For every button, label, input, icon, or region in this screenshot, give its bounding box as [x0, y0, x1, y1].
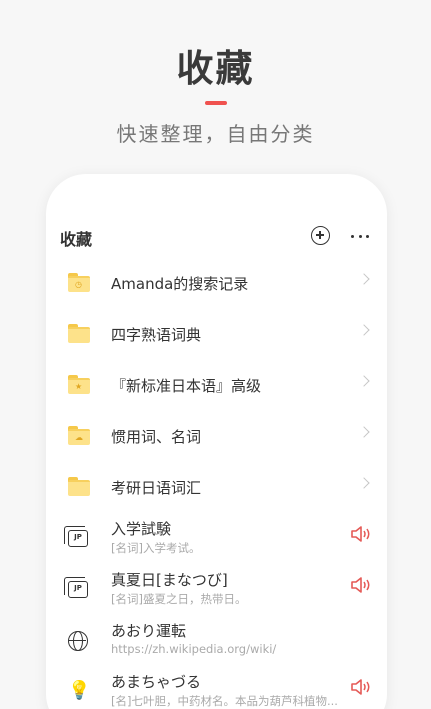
folder-label: Amanda的搜索记录 [111, 275, 249, 293]
entry-word: 入学試験 [111, 520, 172, 538]
entry-definition: https://zh.wikipedia.org/wiki/ [111, 642, 277, 656]
entry-word: 真夏日[まなつび] [111, 571, 228, 589]
folder-label: 『新标准日本语』高级 [111, 377, 262, 395]
folder-cloud-icon: ☁ [68, 426, 90, 445]
speaker-icon[interactable] [350, 679, 372, 695]
plus-circle-icon[interactable] [311, 226, 330, 245]
globe-icon [68, 631, 88, 651]
speaker-icon[interactable] [350, 526, 372, 542]
folder-row[interactable]: ◷ Amanda的搜索记录 [46, 257, 387, 308]
favorites-card: 收藏 ◷ Amanda的搜索记录 四字熟语词典 ★ 『新标准日本语』高级 ☁ 惯… [46, 174, 387, 709]
speaker-icon[interactable] [350, 577, 372, 593]
hero-accent-bar [205, 101, 227, 105]
folder-row[interactable]: ☁ 惯用词、名词 [46, 410, 387, 461]
card-title: 收藏 [60, 230, 93, 249]
folder-row[interactable]: 考研日语词汇 [46, 461, 387, 512]
hero-title: 收藏 [176, 47, 255, 90]
chevron-right-icon [358, 426, 370, 438]
folder-label: 惯用词、名词 [111, 428, 202, 446]
chevron-right-icon [358, 477, 370, 489]
entry-word: あまちゃづる [111, 673, 202, 691]
folder-row[interactable]: 四字熟语词典 [46, 308, 387, 359]
folder-star-icon: ★ [68, 375, 90, 394]
entry-definition: [名]七叶胆，中药材名。本品为葫芦科植物... [111, 694, 338, 708]
folder-icon [68, 477, 90, 496]
folder-clock-icon: ◷ [68, 273, 90, 292]
more-dots-icon[interactable] [351, 232, 369, 240]
chevron-right-icon [358, 375, 370, 387]
jp-dictionary-icon: JP [64, 526, 88, 547]
jp-dictionary-icon: JP [64, 577, 88, 598]
list-item[interactable]: JP 入学試験 [名词]入学考试。 [46, 518, 387, 570]
folder-icon [68, 324, 90, 343]
list-item[interactable]: あおり運転 https://zh.wikipedia.org/wiki/ [46, 620, 387, 672]
entry-word: あおり運転 [111, 622, 187, 640]
list-item[interactable]: JP 真夏日[まなつび] [名词]盛夏之日，热带日。 [46, 569, 387, 621]
chevron-right-icon [358, 324, 370, 336]
list-item[interactable]: 💡 あまちゃづる [名]七叶胆，中药材名。本品为葫芦科植物... [46, 671, 387, 709]
entry-definition: [名词]入学考试。 [111, 541, 201, 555]
hero-subtitle: 快速整理，自由分类 [116, 122, 315, 146]
folder-label: 四字熟语词典 [111, 326, 202, 344]
folder-row[interactable]: ★ 『新标准日本语』高级 [46, 359, 387, 410]
lightbulb-icon: 💡 [68, 680, 91, 701]
chevron-right-icon [358, 273, 370, 285]
entry-definition: [名词]盛夏之日，热带日。 [111, 592, 247, 606]
folder-label: 考研日语词汇 [111, 479, 202, 497]
